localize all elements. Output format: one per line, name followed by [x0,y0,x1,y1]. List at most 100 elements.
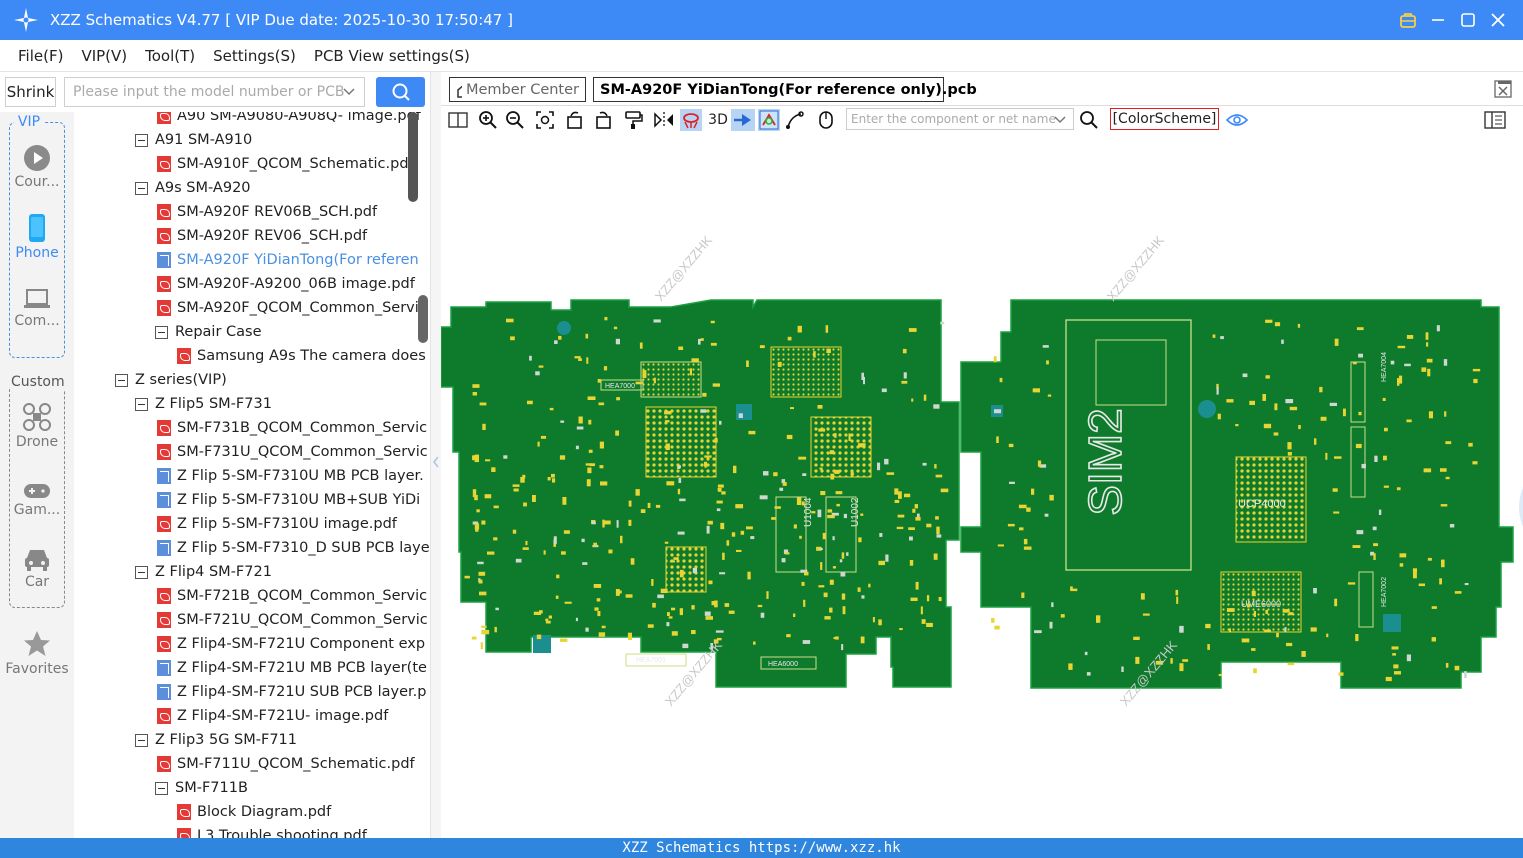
pcb-pad[interactable] [872,617,875,623]
pcb-pad[interactable] [926,595,930,602]
pcb-pad[interactable] [1096,615,1101,623]
pcb-pad[interactable] [491,467,496,472]
pcb-pad[interactable] [773,472,778,477]
pcb-pad[interactable] [495,607,499,611]
pcb-pad[interactable] [1426,342,1429,347]
pcb-pad[interactable] [716,508,721,512]
pcb-pad[interactable] [1454,665,1460,671]
pcb-pad[interactable] [841,593,846,600]
pcb-pad[interactable] [600,481,608,486]
pcb-pad[interactable] [1047,394,1052,397]
pcb-pad[interactable] [660,588,668,593]
pcb-pad[interactable] [472,455,477,461]
pcb-pad[interactable] [921,619,926,624]
pcb-pad[interactable] [682,643,689,649]
pcb-pad[interactable] [653,377,656,384]
pcb-pad[interactable] [628,519,632,526]
pcb-pad[interactable] [1445,663,1449,668]
pcb-pad[interactable] [1247,603,1251,608]
pcb-pad[interactable] [1235,424,1239,427]
pcb-pad[interactable] [1286,642,1293,647]
pcb-pad[interactable] [1464,671,1467,679]
pcb-pad[interactable] [585,627,589,632]
pcb-pad[interactable] [479,591,487,596]
chevron-right-icon[interactable] [1515,487,1523,527]
pcb-pad[interactable] [894,488,899,495]
pcb-pad[interactable] [846,552,849,556]
pcb-pad[interactable] [677,488,681,495]
pcb-pad[interactable] [1276,632,1279,638]
pcb-pad[interactable] [1068,663,1073,670]
pcb-pad[interactable] [1449,524,1455,528]
pcb-pad[interactable] [666,481,675,486]
pcb-pad[interactable] [796,497,802,505]
pcb-pad[interactable] [848,433,851,441]
pcb-pad[interactable] [652,602,656,608]
pcb-pad[interactable] [753,641,756,645]
pcb-pad[interactable] [824,616,831,620]
tab-pcb-file[interactable]: SM-A920F YiDianTong(For reference only).… [593,77,977,102]
pcb-pad[interactable] [481,629,490,635]
tree-file[interactable]: Z Flip4-SM-F721U SUB PCB layer.p [157,680,426,704]
pcb-pad[interactable] [1226,608,1235,612]
pcb-pad[interactable] [1384,427,1388,432]
pcb-pad[interactable] [896,526,904,530]
pcb-pad[interactable] [1273,432,1279,436]
tree-scrollbar[interactable] [418,295,428,343]
pcb-pad[interactable] [1445,441,1452,445]
maximize-button[interactable] [1453,0,1483,40]
pcb-pad[interactable] [820,562,823,570]
pcb-pad[interactable] [603,366,608,371]
pcb-pad[interactable] [581,538,585,543]
net-highlight-icon[interactable] [758,109,780,131]
pcb-pad[interactable] [1284,627,1287,633]
pcb-pad[interactable] [586,479,591,487]
pcb-pad[interactable] [1281,339,1284,344]
pcb-pad[interactable] [710,342,717,346]
pcb-pad[interactable] [843,513,847,519]
pcb-pad[interactable] [1287,662,1295,666]
pcb-pad[interactable] [786,634,791,638]
mouse-icon[interactable] [815,109,837,131]
pcb-pad[interactable] [897,514,905,518]
pcb-pad[interactable] [481,520,486,525]
pcb-pad[interactable] [582,562,588,565]
pcb-pad[interactable] [1263,423,1272,429]
pcb-pad[interactable] [1205,623,1211,629]
pcb-pad[interactable] [479,402,487,406]
pcb-pad[interactable] [920,606,923,615]
minimize-button[interactable] [1423,0,1453,40]
pcb-pad[interactable] [598,632,606,637]
pcb-pad[interactable] [726,540,730,546]
pcb-pad[interactable] [598,402,605,406]
pcb-pad[interactable] [1468,442,1473,447]
pcb-pad[interactable] [811,511,816,514]
tree-file[interactable]: SM-A920F YiDianTong(For referen [157,248,419,272]
pin-mode-icon[interactable] [731,109,755,131]
pcb-pad[interactable] [512,529,517,534]
pcb-pad[interactable] [651,579,654,586]
pcb-pad[interactable] [1464,583,1469,586]
pcb-pad[interactable] [1007,523,1015,527]
pcb-pad[interactable] [477,561,484,565]
pcb-pad[interactable] [547,477,551,481]
pcb-pad[interactable] [1325,452,1328,460]
pcb-pad[interactable] [1444,411,1447,417]
pcb-pad[interactable] [933,553,938,560]
pcb-pad[interactable] [679,608,683,616]
pcb-pad[interactable] [647,624,654,628]
pcb-pad[interactable] [616,397,620,401]
pcb-pad[interactable] [786,434,793,440]
pcb-pad[interactable] [559,455,566,460]
vip-bag-icon[interactable] [1393,0,1423,40]
pcb-pad[interactable] [635,381,643,385]
pcb-pad[interactable] [1265,375,1270,379]
tree-folder[interactable]: A9s SM-A920 [135,176,251,200]
pcb-pad[interactable] [818,428,826,432]
pcb-pad[interactable] [1423,468,1432,473]
pcb-pad[interactable] [1413,571,1417,579]
pcb-pad[interactable] [1060,614,1065,618]
pcb-pad[interactable] [615,338,620,345]
pcb-pad[interactable] [935,516,939,520]
pcb-pad[interactable] [1392,653,1396,656]
